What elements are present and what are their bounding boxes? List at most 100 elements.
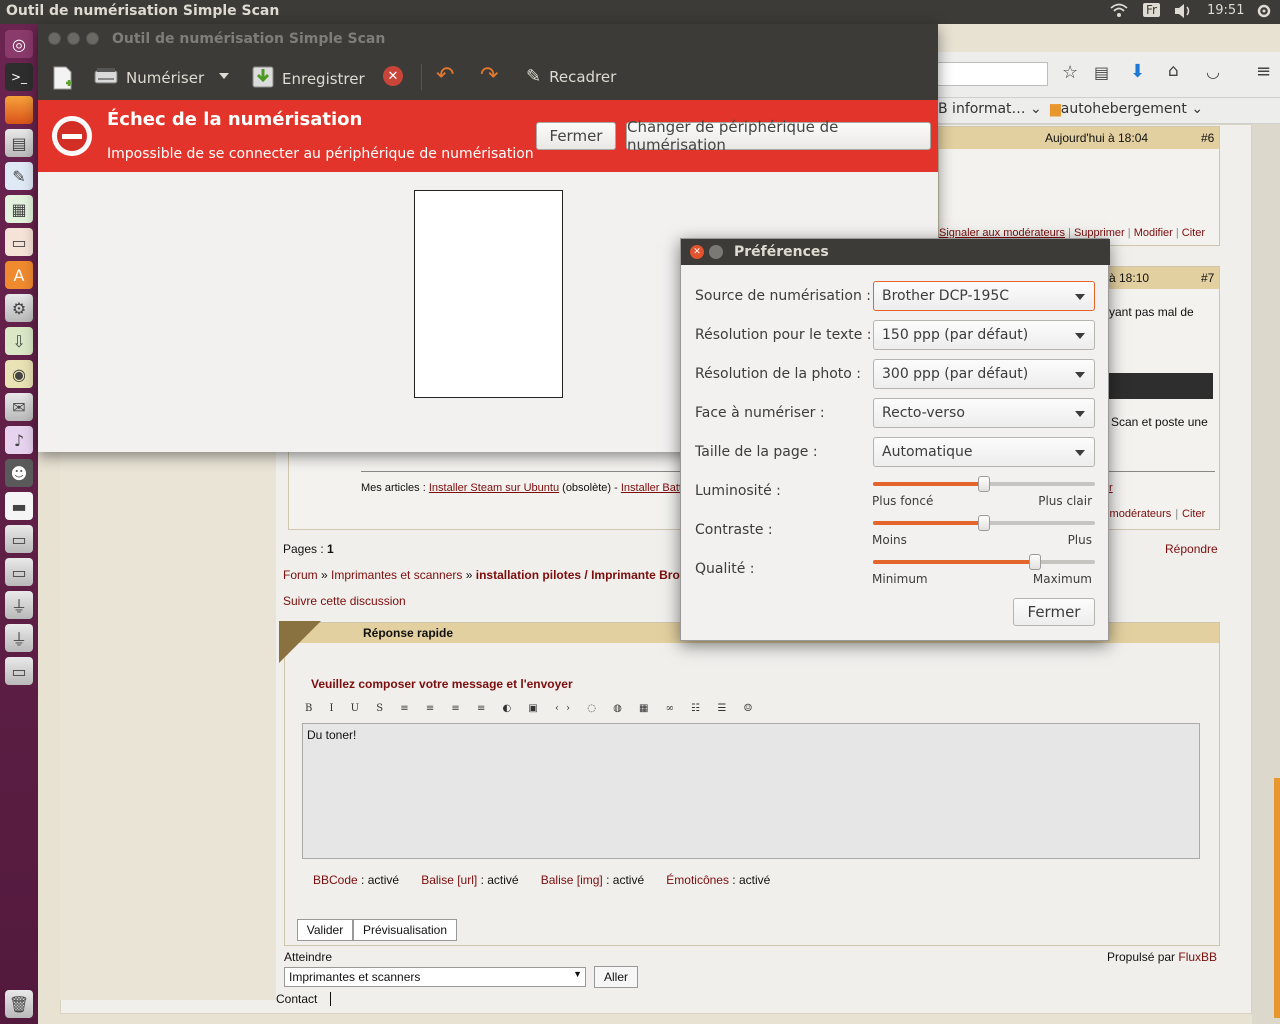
- slider-fill: [873, 560, 1036, 564]
- editor-toolbar[interactable]: B I U S ≡ ≡ ≡ ≡ ◐ ▣ ‹› ◌ ◍ ▦ ∞ ☷ ☰ ☺: [305, 703, 752, 717]
- trash-icon[interactable]: 🗑: [5, 990, 33, 1018]
- usb-drive-icon[interactable]: ⏚: [5, 591, 33, 619]
- quote-link[interactable]: Citer: [1182, 227, 1205, 239]
- photo-resolution-select[interactable]: 300 ppp (par défaut): [873, 359, 1095, 389]
- bookmark-folder[interactable]: B informat… ⌄: [938, 101, 1042, 117]
- message-textarea[interactable]: Du toner!: [302, 723, 1200, 859]
- impress-icon[interactable]: ▭: [5, 228, 33, 256]
- source-select[interactable]: Brother DCP-195C: [873, 281, 1095, 311]
- fluxbb-link[interactable]: FluxBB: [1178, 950, 1217, 964]
- go-button[interactable]: Aller: [594, 966, 638, 988]
- follow-topic-link[interactable]: Suivre cette discussion: [283, 594, 406, 608]
- reading-list-icon[interactable]: ▤: [1094, 63, 1109, 82]
- bookmark-folder[interactable]: ▆autohebergement ⌄: [1050, 101, 1203, 117]
- dialog-titlebar: ✕ Préférences: [681, 239, 1110, 265]
- slider-handle[interactable]: [978, 515, 990, 531]
- minimize-icon[interactable]: [709, 245, 723, 259]
- gear-icon[interactable]: [1256, 3, 1272, 23]
- side-value: Recto-verso: [882, 405, 965, 421]
- drive-icon[interactable]: ▭: [5, 657, 33, 685]
- keyboard-layout-label: Fr: [1143, 3, 1160, 17]
- close-window-button[interactable]: [48, 32, 61, 45]
- folder-icon: ▆: [1050, 101, 1061, 117]
- chevron-down-icon[interactable]: [219, 73, 229, 79]
- rotate-right-icon[interactable]: ↷: [480, 63, 498, 88]
- smilies-link[interactable]: Émoticônes: [666, 873, 729, 887]
- menu-icon[interactable]: ≡: [1256, 61, 1271, 82]
- terminal-icon[interactable]: >_: [5, 63, 33, 91]
- url-tag-link[interactable]: Balise [url]: [421, 873, 477, 887]
- save-icon: [252, 66, 274, 92]
- scanner-icon[interactable]: ▬: [5, 492, 33, 520]
- stop-icon[interactable]: ✕: [383, 66, 403, 86]
- close-infobar-button[interactable]: Fermer: [536, 122, 616, 150]
- dash-icon[interactable]: ◎: [5, 30, 33, 58]
- download-icon[interactable]: ⬇: [1130, 61, 1145, 82]
- calc-icon[interactable]: ▦: [5, 195, 33, 223]
- mail-icon[interactable]: ✉: [5, 393, 33, 421]
- text-resolution-select[interactable]: 150 ppp (par défaut): [873, 320, 1095, 350]
- bbcode-status: : activé: [357, 873, 400, 887]
- post-header: à 18:10 #7: [1109, 267, 1219, 289]
- gimp-icon[interactable]: ☻: [5, 459, 33, 487]
- slider-handle[interactable]: [978, 476, 990, 492]
- camera-icon[interactable]: ◉: [5, 360, 33, 388]
- rotate-left-icon[interactable]: ↶: [436, 63, 454, 88]
- close-button[interactable]: Fermer: [1013, 598, 1095, 626]
- save-button[interactable]: Enregistrer: [252, 66, 365, 92]
- article-link[interactable]: Installer Batt: [621, 482, 682, 494]
- wifi-icon[interactable]: [1110, 3, 1128, 23]
- firefox-icon[interactable]: [5, 96, 33, 124]
- chevron-down-icon: [1075, 333, 1085, 339]
- close-icon[interactable]: ✕: [690, 245, 704, 259]
- post-link[interactable]: r: [1109, 482, 1113, 494]
- clock[interactable]: 19:51: [1207, 3, 1244, 18]
- bbcode-link[interactable]: BBCode: [313, 873, 358, 887]
- music-icon[interactable]: ♪: [5, 426, 33, 454]
- preview-button[interactable]: Prévisualisation: [353, 919, 457, 941]
- minimize-window-button[interactable]: [67, 32, 80, 45]
- usb-drive-icon[interactable]: ⏚: [5, 624, 33, 652]
- slider-handle[interactable]: [1029, 554, 1042, 570]
- volume-icon[interactable]: [1173, 3, 1193, 23]
- star-icon[interactable]: ☆: [1062, 62, 1078, 83]
- files-icon[interactable]: ▤: [5, 129, 33, 157]
- active-window-title: Outil de numérisation Simple Scan: [6, 3, 280, 19]
- change-device-button[interactable]: Changer de périphérique de numérisation: [626, 118, 931, 154]
- edit-link[interactable]: Modifier: [1134, 227, 1173, 239]
- breadcrumb-category[interactable]: Imprimantes et scanners: [331, 568, 462, 582]
- scan-button[interactable]: Numériser: [94, 66, 204, 90]
- home-icon[interactable]: ⌂: [1168, 61, 1179, 81]
- quality-slider[interactable]: [873, 554, 1095, 570]
- brightness-slider[interactable]: [873, 476, 1095, 492]
- quote-link[interactable]: Citer: [1182, 508, 1205, 520]
- scan-label: Numériser: [126, 69, 205, 87]
- update-icon[interactable]: ⇩: [5, 327, 33, 355]
- jump-select[interactable]: Imprimantes et scanners ▼: [284, 967, 586, 987]
- page-size-select[interactable]: Automatique: [873, 437, 1095, 467]
- search-input[interactable]: [938, 62, 1048, 86]
- side-select[interactable]: Recto-verso: [873, 398, 1095, 428]
- scrollbar-thumb[interactable]: [1274, 778, 1280, 1018]
- article-link[interactable]: Installer Steam sur Ubuntu: [429, 482, 559, 494]
- settings-icon[interactable]: ⚙: [5, 294, 33, 322]
- submit-button[interactable]: Valider: [297, 919, 353, 941]
- crop-button[interactable]: ✎ Recadrer: [526, 66, 616, 87]
- page-scrollbar-area[interactable]: [1252, 124, 1280, 1024]
- contact-link[interactable]: Contact: [276, 992, 317, 1006]
- reply-link[interactable]: Répondre: [1165, 542, 1218, 556]
- maximize-window-button[interactable]: [86, 32, 99, 45]
- drive-icon[interactable]: ▭: [5, 558, 33, 586]
- img-tag-link[interactable]: Balise [img]: [541, 873, 603, 887]
- drive-icon[interactable]: ▭: [5, 525, 33, 553]
- page-preview[interactable]: [414, 190, 563, 398]
- writer-icon[interactable]: ✎: [5, 162, 33, 190]
- contrast-slider[interactable]: [873, 515, 1095, 531]
- new-document-button[interactable]: [52, 66, 74, 94]
- post-actions: x modérateurs | Citer: [1101, 507, 1206, 520]
- pocket-icon[interactable]: ◡: [1206, 62, 1220, 81]
- report-link[interactable]: x modérateurs: [1101, 508, 1171, 520]
- breadcrumb-forum[interactable]: Forum: [283, 568, 318, 582]
- software-center-icon[interactable]: A: [5, 261, 33, 289]
- keyboard-layout-indicator[interactable]: Fr: [1143, 3, 1160, 18]
